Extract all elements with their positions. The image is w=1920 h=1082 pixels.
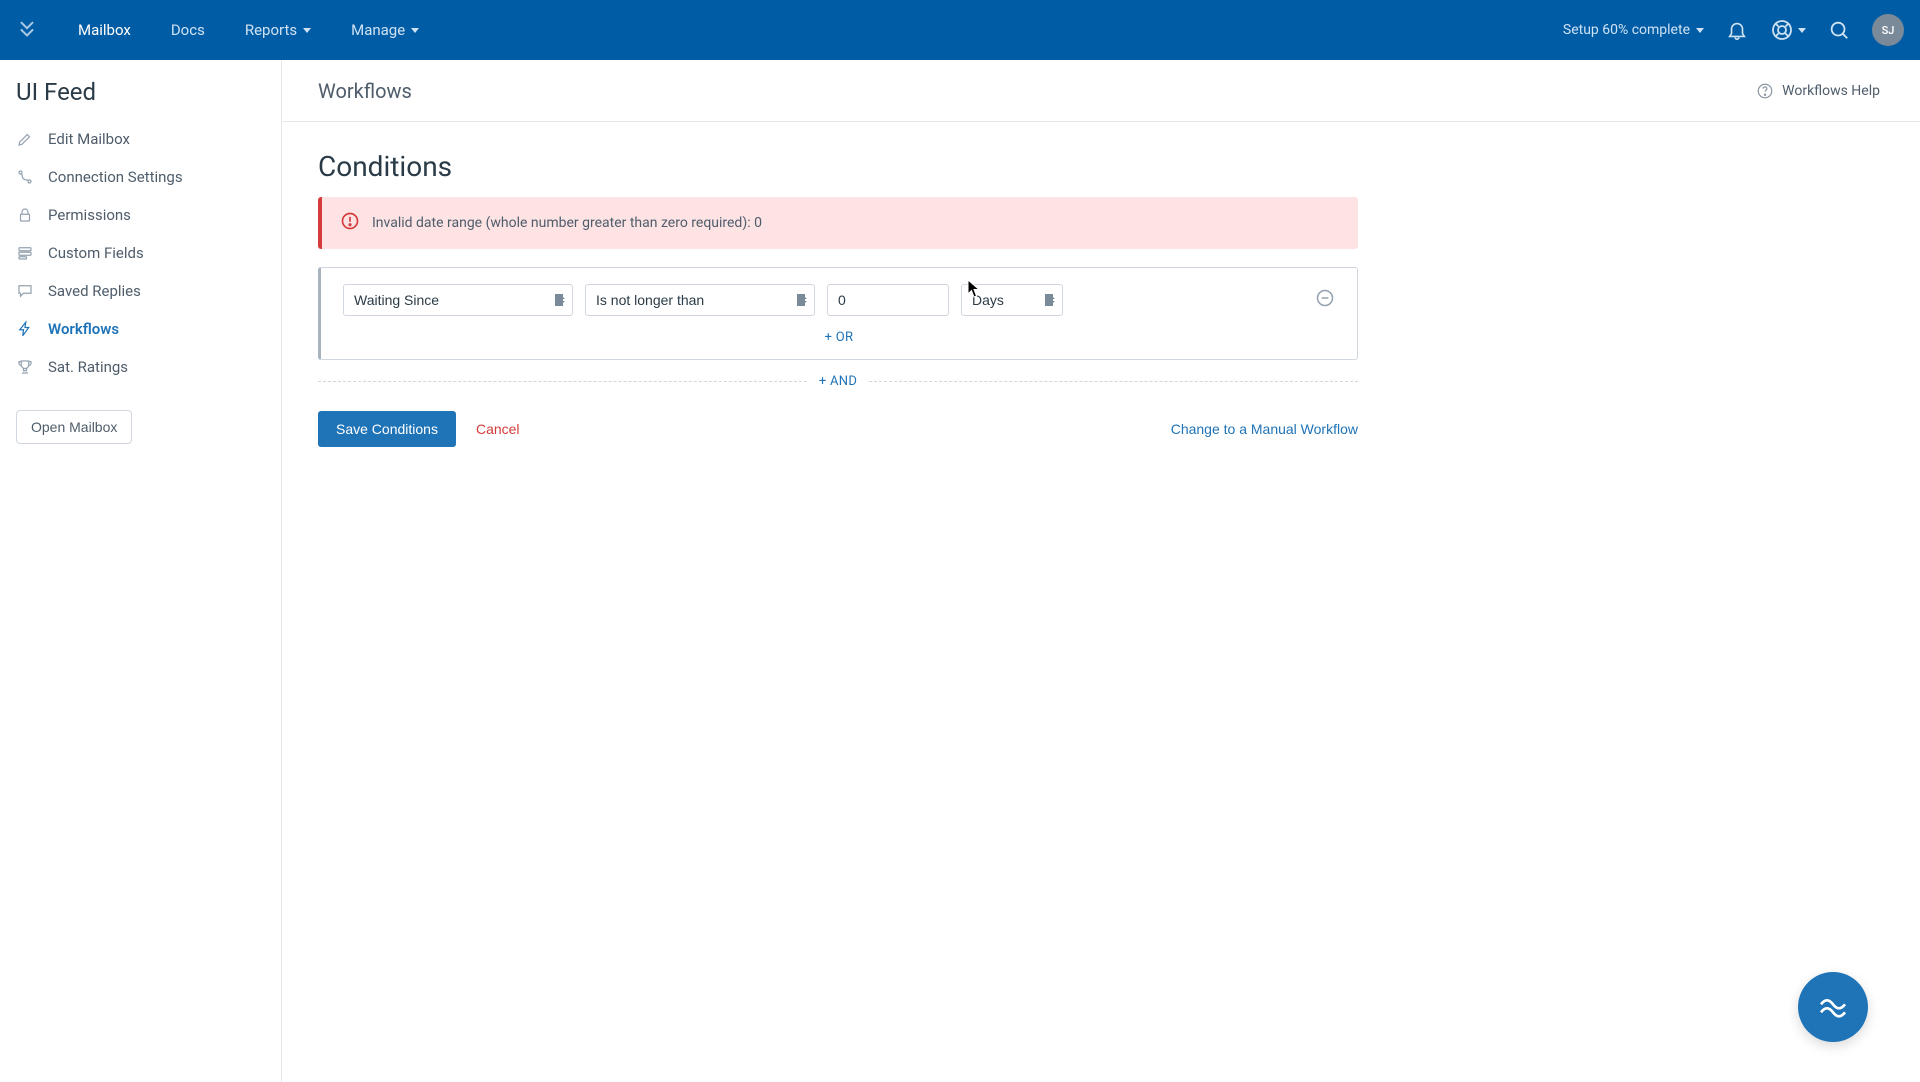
nav-mailbox[interactable]: Mailbox <box>58 21 151 39</box>
sidebar-item-saved-replies[interactable]: Saved Replies <box>0 272 281 310</box>
nav-reports[interactable]: Reports <box>225 21 331 39</box>
trophy-icon <box>16 358 34 376</box>
condition-block: Waiting Since Is not longer than Days <box>318 267 1358 360</box>
condition-row: Waiting Since Is not longer than Days <box>343 284 1335 316</box>
connection-icon <box>16 168 34 186</box>
save-conditions-button[interactable]: Save Conditions <box>318 411 456 447</box>
notifications-icon[interactable] <box>1726 19 1748 41</box>
page-title: Conditions <box>318 150 1920 183</box>
sidebar-title: UI Feed <box>0 78 281 120</box>
sidebar-item-label: Permissions <box>48 206 131 224</box>
sidebar-item-label: Workflows <box>48 320 119 338</box>
condition-unit-select[interactable]: Days <box>961 284 1063 316</box>
condition-unit-select-el[interactable]: Days <box>961 284 1063 316</box>
error-notice: Invalid date range (whole number greater… <box>318 197 1358 249</box>
search-icon[interactable] <box>1828 19 1850 41</box>
sidebar-item-permissions[interactable]: Permissions <box>0 196 281 234</box>
error-notice-text: Invalid date range (whole number greater… <box>372 215 762 231</box>
pencil-icon <box>16 130 34 148</box>
topbar: Mailbox Docs Reports Manage Setup 60% co… <box>0 0 1920 60</box>
sidebar-item-label: Connection Settings <box>48 168 183 186</box>
content: Conditions Invalid date range (whole num… <box>282 122 1920 447</box>
avatar-initials: SJ <box>1882 24 1895 37</box>
sidebar-item-label: Sat. Ratings <box>48 358 128 376</box>
nav-docs-label: Docs <box>171 21 205 39</box>
sidebar-item-label: Custom Fields <box>48 244 144 262</box>
sidebar-item-custom-fields[interactable]: Custom Fields <box>0 234 281 272</box>
actions-row: Save Conditions Cancel Change to a Manua… <box>318 411 1358 447</box>
setup-progress-label: Setup 60% complete <box>1563 22 1690 38</box>
app-logo[interactable] <box>16 19 38 41</box>
sidebar-list: Edit Mailbox Connection Settings Permiss… <box>0 120 281 386</box>
sidebar: UI Feed Edit Mailbox Connection Settings… <box>0 60 282 1082</box>
top-nav: Mailbox Docs Reports Manage <box>58 21 439 39</box>
nav-reports-label: Reports <box>245 21 297 39</box>
open-mailbox-button[interactable]: Open Mailbox <box>16 410 132 444</box>
condition-operator-select[interactable]: Is not longer than <box>585 284 815 316</box>
nav-manage[interactable]: Manage <box>331 21 439 39</box>
nav-docs[interactable]: Docs <box>151 21 225 39</box>
sidebar-item-sat-ratings[interactable]: Sat. Ratings <box>0 348 281 386</box>
main: Workflows Workflows Help Conditions Inva… <box>282 60 1920 1082</box>
chat-icon <box>16 282 34 300</box>
workflows-help-link[interactable]: Workflows Help <box>1756 82 1880 100</box>
main-header: Workflows Workflows Help <box>282 60 1920 122</box>
help-link-label: Workflows Help <box>1782 83 1880 99</box>
divider <box>318 381 807 382</box>
sidebar-item-label: Saved Replies <box>48 282 141 300</box>
caret-down-icon <box>411 28 419 33</box>
and-row: + AND <box>318 374 1358 389</box>
divider <box>869 381 1358 382</box>
sidebar-item-workflows[interactable]: Workflows <box>0 310 281 348</box>
setup-progress[interactable]: Setup 60% complete <box>1563 22 1704 38</box>
avatar[interactable]: SJ <box>1872 14 1904 46</box>
nav-manage-label: Manage <box>351 21 405 39</box>
topbar-right: Setup 60% complete SJ <box>1563 14 1904 46</box>
sidebar-item-connection-settings[interactable]: Connection Settings <box>0 158 281 196</box>
bolt-icon <box>16 320 34 338</box>
chat-wave-icon <box>1817 991 1849 1023</box>
condition-operator-select-el[interactable]: Is not longer than <box>585 284 815 316</box>
add-and-button[interactable]: + AND <box>807 374 869 389</box>
list-icon <box>16 244 34 262</box>
help-icon[interactable] <box>1770 18 1806 42</box>
chat-fab[interactable] <box>1798 972 1868 1042</box>
condition-field-select-el[interactable]: Waiting Since <box>343 284 573 316</box>
add-or-button[interactable]: + OR <box>343 330 1335 345</box>
change-to-manual-button[interactable]: Change to a Manual Workflow <box>1171 421 1358 437</box>
alert-icon <box>340 211 360 235</box>
condition-field-select[interactable]: Waiting Since <box>343 284 573 316</box>
sidebar-item-edit-mailbox[interactable]: Edit Mailbox <box>0 120 281 158</box>
condition-value-input[interactable] <box>827 284 949 316</box>
nav-mailbox-label: Mailbox <box>78 21 131 39</box>
sidebar-item-label: Edit Mailbox <box>48 130 130 148</box>
caret-down-icon <box>303 28 311 33</box>
breadcrumb-title: Workflows <box>318 79 412 103</box>
remove-condition-button[interactable] <box>1315 288 1335 312</box>
caret-down-icon <box>1696 28 1704 33</box>
help-circle-icon <box>1756 82 1774 100</box>
caret-down-icon <box>1798 28 1806 33</box>
cancel-button[interactable]: Cancel <box>476 421 520 437</box>
lock-icon <box>16 206 34 224</box>
